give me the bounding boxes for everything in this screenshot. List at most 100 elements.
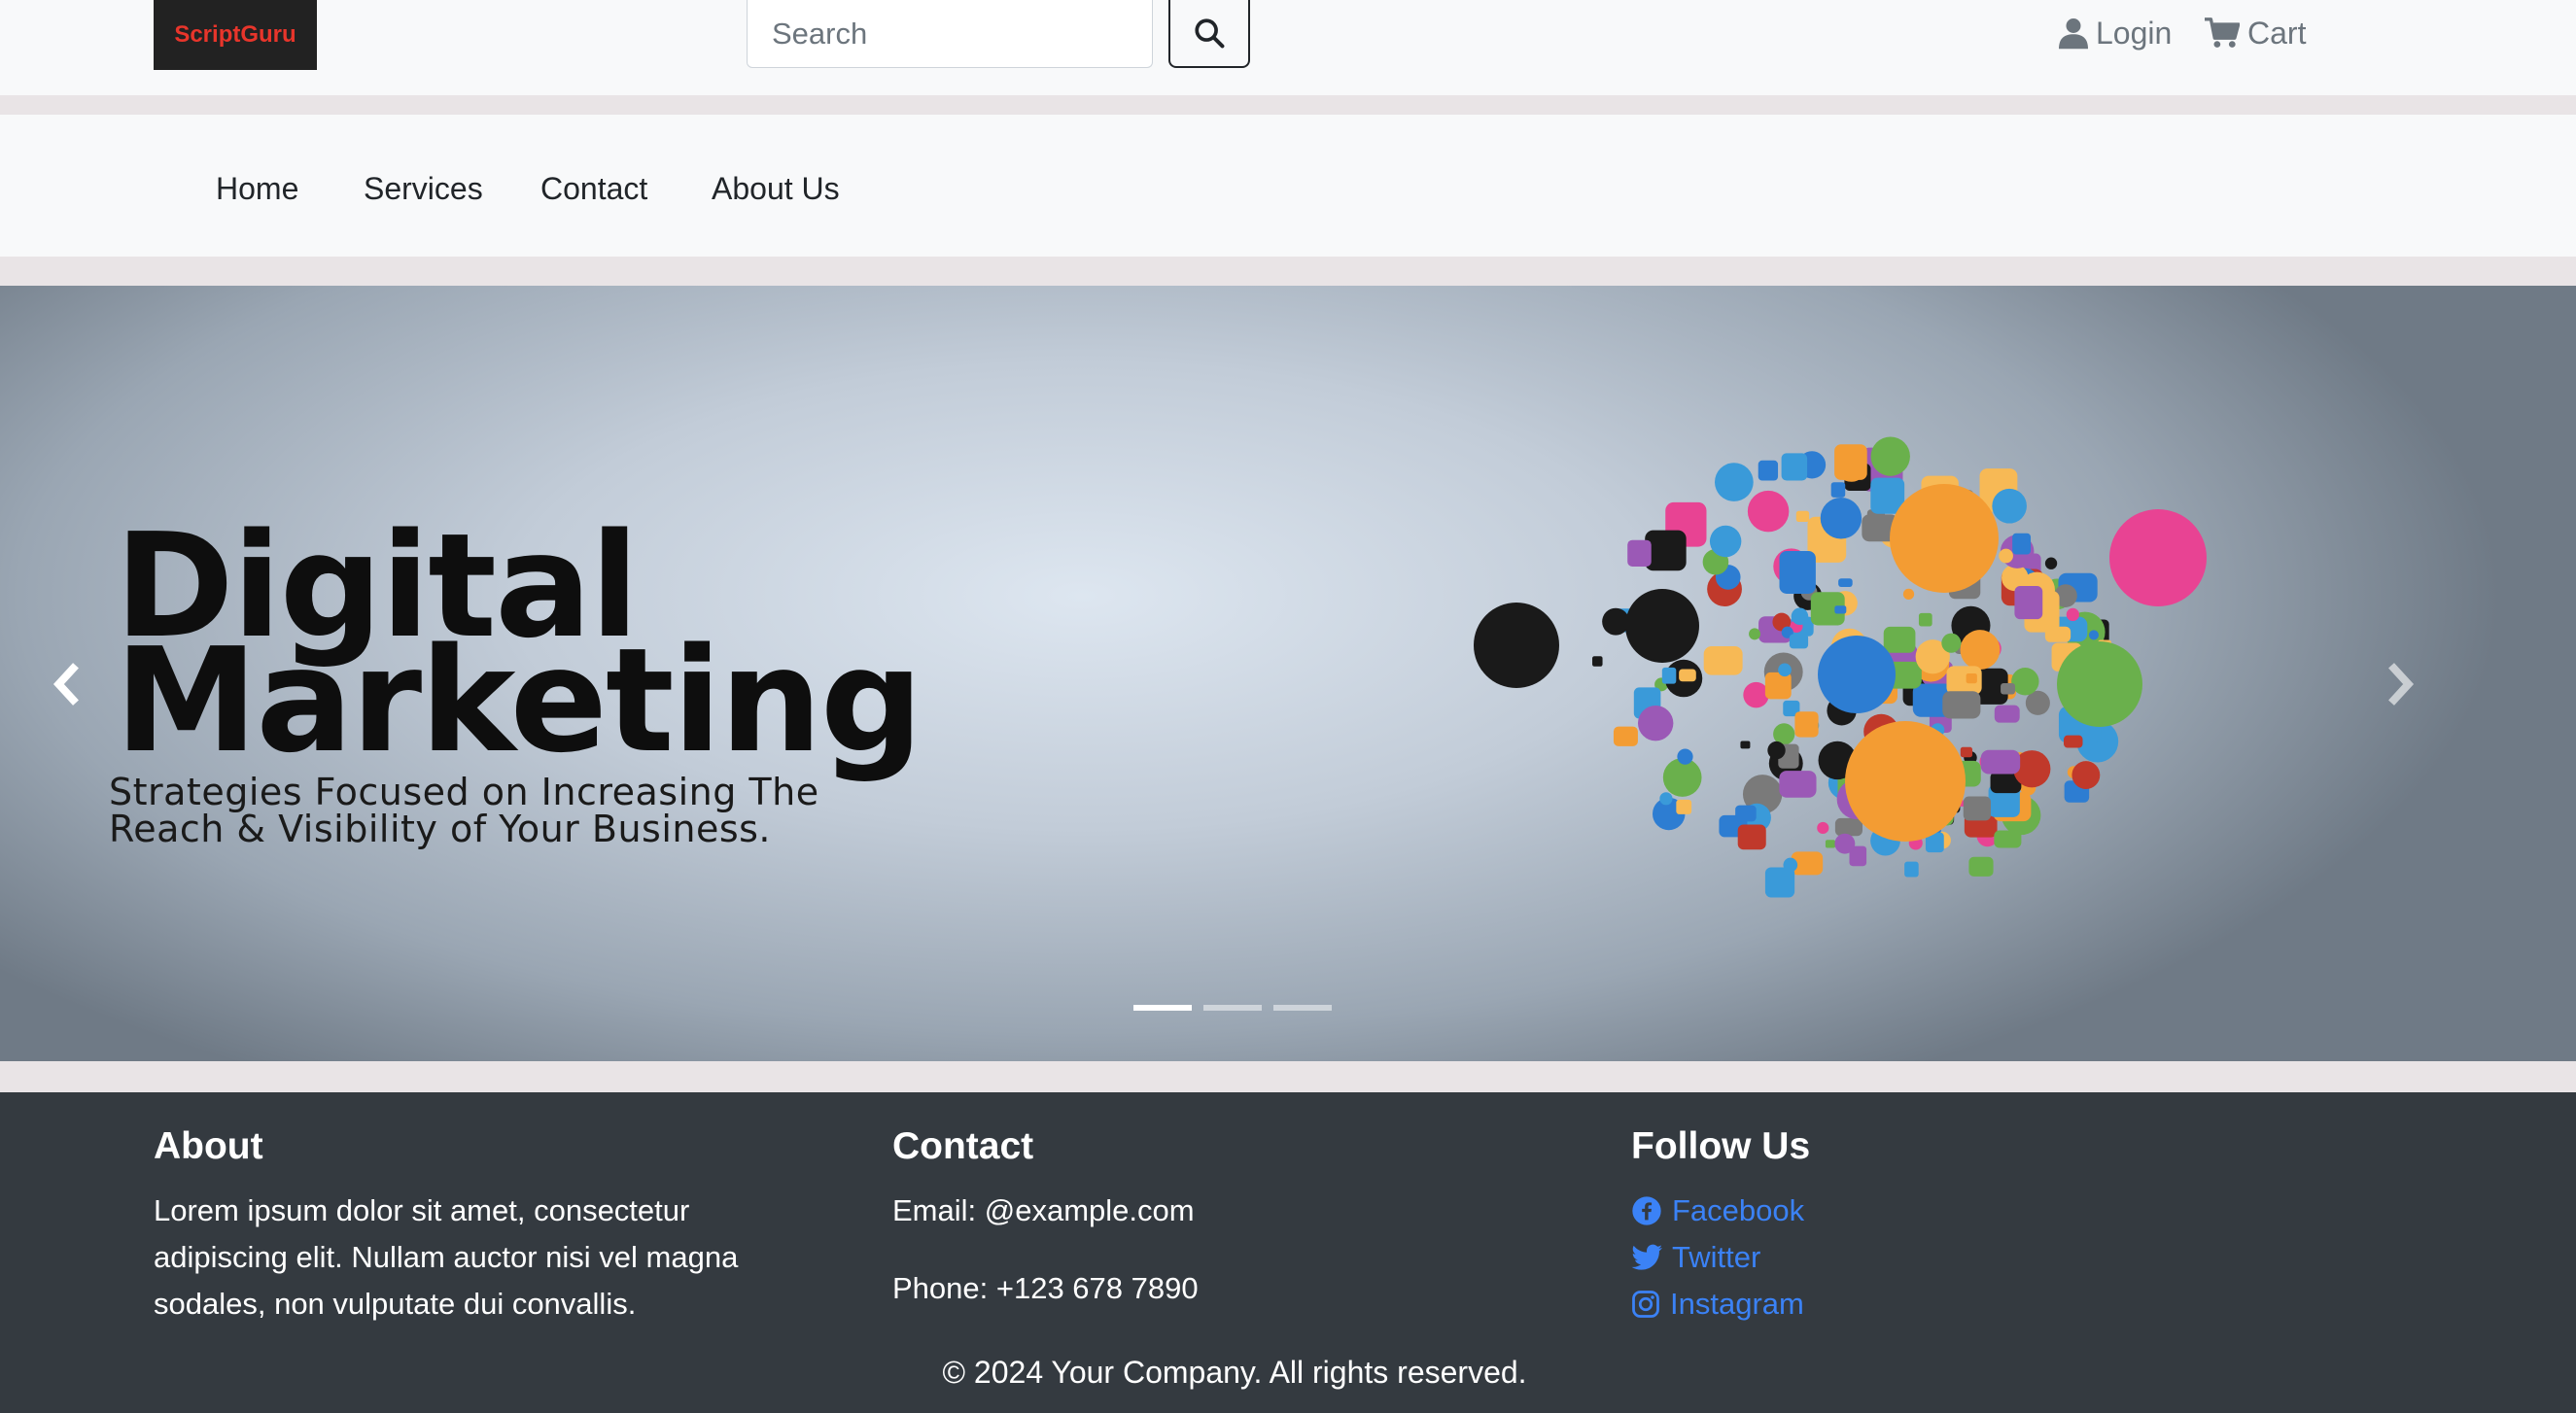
illustration-icon-shape: [1834, 817, 1862, 837]
illustration-icon-shape: [1703, 646, 1743, 675]
illustration-icon-shape: [1795, 510, 1810, 523]
illustration-icon-shape: [1714, 463, 1754, 501]
illustration-icon-shape: [1709, 525, 1742, 558]
cart-link[interactable]: Cart: [2205, 10, 2306, 56]
illustration-icon-shape: [1791, 607, 1809, 625]
illustration-icon-shape: [1592, 656, 1603, 667]
nav-item-services[interactable]: Services: [364, 165, 483, 212]
facebook-label: Facebook: [1672, 1193, 1805, 1227]
slide-subtitle-line2: Reach & Visibility of Your Business.: [109, 808, 772, 850]
footer-contact-title: Contact: [892, 1125, 1034, 1167]
chevron-left-icon: [52, 663, 79, 706]
illustration-icon-shape: [1820, 498, 1862, 539]
illustration-icon-shape: [1834, 605, 1847, 614]
chevron-right-icon: [2388, 663, 2415, 706]
illustration-icon-shape: [1960, 746, 1973, 758]
illustration-icon-shape: [2071, 761, 2101, 789]
hero-carousel: Digital Marketing Strategies Focused on …: [0, 286, 2576, 1061]
search-input[interactable]: [747, 0, 1153, 68]
illustration-icon-shape: [1870, 436, 1910, 476]
illustration-icon-shape: [1637, 705, 1674, 741]
illustration-icon-shape: [2064, 735, 2083, 748]
carousel-prev-button[interactable]: [39, 645, 97, 723]
twitter-icon: [1631, 1244, 1662, 1270]
illustration-icon-shape: [1999, 548, 2013, 564]
illustration-icon-shape: [1994, 705, 2020, 723]
illustration-icon-shape: [1941, 633, 1962, 653]
illustration-icon-shape: [2044, 626, 2071, 642]
illustration-icon-shape: [2014, 585, 2043, 620]
illustration-icon-shape: [1838, 578, 1853, 587]
illustration-icon-shape: [1778, 663, 1792, 677]
illustration-icon-shape: [1890, 484, 1999, 593]
illustration-icon-shape: [1902, 588, 1915, 601]
illustration-icon-shape: [1743, 681, 1769, 708]
facebook-icon: [1632, 1196, 1661, 1225]
illustration-icon-shape: [2011, 668, 2039, 696]
illustration-icon-shape: [1676, 799, 1692, 814]
illustration-icon-shape: [1963, 796, 1992, 821]
illustration-icon-shape: [1613, 726, 1638, 746]
illustration-icon-shape: [1779, 550, 1816, 594]
illustration-icon-shape: [2109, 509, 2207, 606]
illustration-icon-shape: [1740, 741, 1751, 749]
slide-title-line2: Marketing: [115, 617, 923, 784]
illustration-icon-shape: [1994, 830, 2022, 848]
illustration-icon-shape: [1474, 603, 1559, 688]
illustration-icon-shape: [1968, 856, 1994, 877]
illustration-icon-shape: [1825, 840, 1836, 848]
carousel-indicator-1[interactable]: [1133, 1005, 1192, 1011]
illustration-icon-shape: [1834, 833, 1856, 854]
illustration-icon-shape: [1677, 748, 1693, 765]
slide-subtitle: Strategies Focused on Increasing The Rea…: [109, 774, 1178, 847]
user-icon: [2059, 18, 2088, 50]
illustration-icon-shape: [2044, 557, 2058, 569]
footer-follow-title: Follow Us: [1631, 1125, 1811, 1167]
illustration-icon-shape: [1737, 824, 1766, 850]
footer-contact-phone: Phone: +123 678 7890: [892, 1271, 1199, 1305]
illustration-icon-shape: [1661, 667, 1677, 684]
marketing-icons-illustration: [1474, 436, 2207, 898]
instagram-icon: [1632, 1291, 1659, 1318]
illustration-icon-shape: [1904, 861, 1919, 878]
carousel-indicators: [1133, 1005, 1332, 1011]
illustration-icon-shape: [1830, 482, 1846, 498]
illustration-icon-shape: [1779, 771, 1817, 798]
carousel-next-button[interactable]: [2370, 645, 2428, 723]
nav-item-contact[interactable]: Contact: [540, 165, 647, 212]
illustration-icon-shape: [1749, 628, 1761, 640]
footer-link-twitter[interactable]: Twitter: [1631, 1234, 1760, 1281]
carousel-indicator-3[interactable]: [1273, 1005, 1332, 1011]
top-header: ScriptGuru Login Cart: [0, 0, 2576, 95]
illustration-icon-shape: [1818, 636, 1896, 713]
twitter-label: Twitter: [1672, 1240, 1761, 1274]
footer-about-text: Lorem ipsum dolor sit amet, consectetur …: [154, 1193, 739, 1321]
illustration-icon-shape: [2057, 641, 2142, 727]
illustration-icon-shape: [1764, 672, 1792, 700]
footer-link-instagram[interactable]: Instagram: [1631, 1281, 1804, 1327]
illustration-icon-shape: [1659, 792, 1673, 806]
illustration-icon-shape: [1625, 589, 1699, 663]
illustration-icon-shape: [1834, 444, 1867, 480]
cart-icon: [2205, 17, 2240, 48]
site-logo[interactable]: ScriptGuru: [154, 0, 317, 70]
illustration-icon-shape: [1918, 612, 1932, 627]
illustration-icon-shape: [1817, 821, 1829, 835]
illustration-icon-shape: [1602, 607, 1630, 636]
illustration-icon-shape: [1992, 488, 2027, 524]
illustration-icon-shape: [1960, 630, 2001, 671]
nav-item-about-us[interactable]: About Us: [712, 165, 840, 212]
illustration-icon-shape: [1679, 669, 1696, 682]
search-button[interactable]: [1168, 0, 1250, 68]
illustration-icon-shape: [1942, 691, 1981, 719]
illustration-icon-shape: [1627, 539, 1652, 567]
footer-link-facebook[interactable]: Facebook: [1631, 1188, 1804, 1234]
illustration-icon-shape: [2066, 607, 2080, 622]
illustration-icon-shape: [1735, 805, 1757, 822]
login-link[interactable]: Login: [2059, 10, 2172, 56]
cart-label: Cart: [2247, 15, 2307, 51]
nav-item-home[interactable]: Home: [216, 165, 298, 212]
illustration-icon-shape: [1883, 626, 1916, 653]
illustration-icon-shape: [1767, 741, 1786, 760]
carousel-indicator-2[interactable]: [1203, 1005, 1262, 1011]
